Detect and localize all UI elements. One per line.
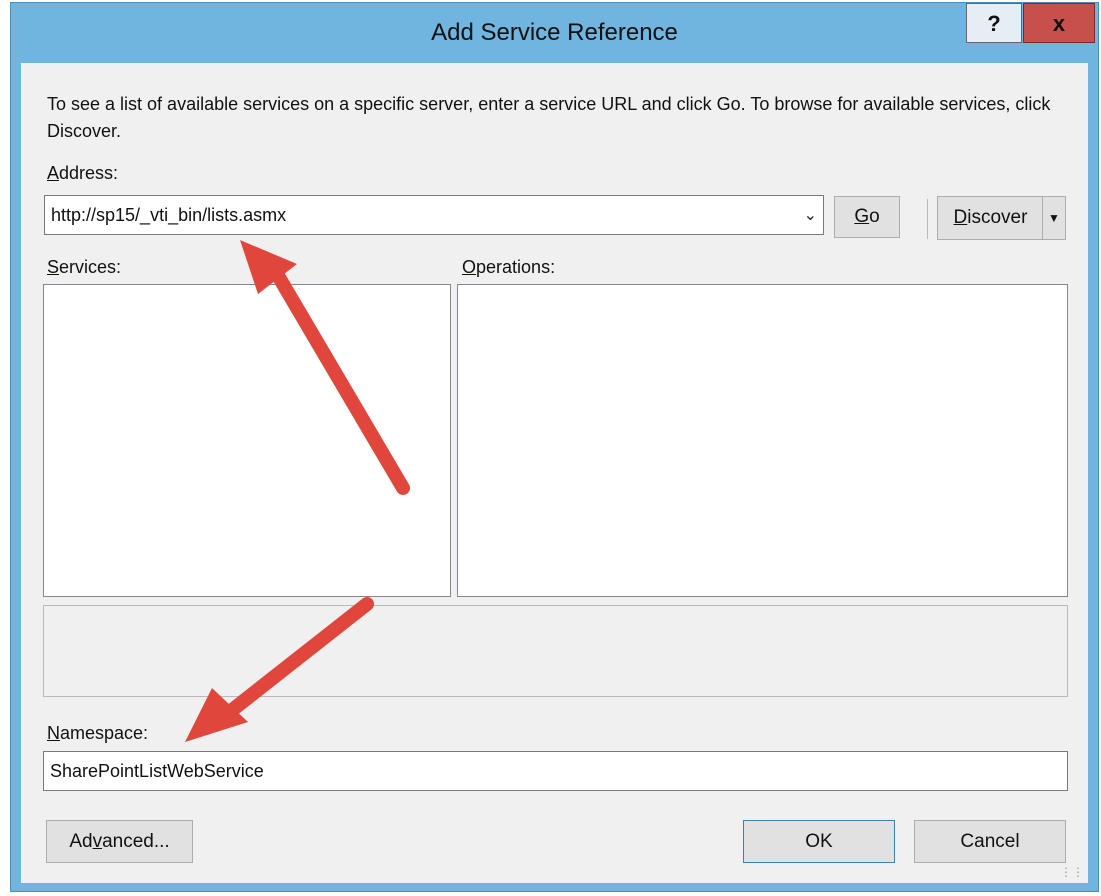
arrow-to-address xyxy=(240,240,410,495)
annotation-arrows xyxy=(185,240,410,742)
arrow-to-namespace xyxy=(185,597,374,742)
